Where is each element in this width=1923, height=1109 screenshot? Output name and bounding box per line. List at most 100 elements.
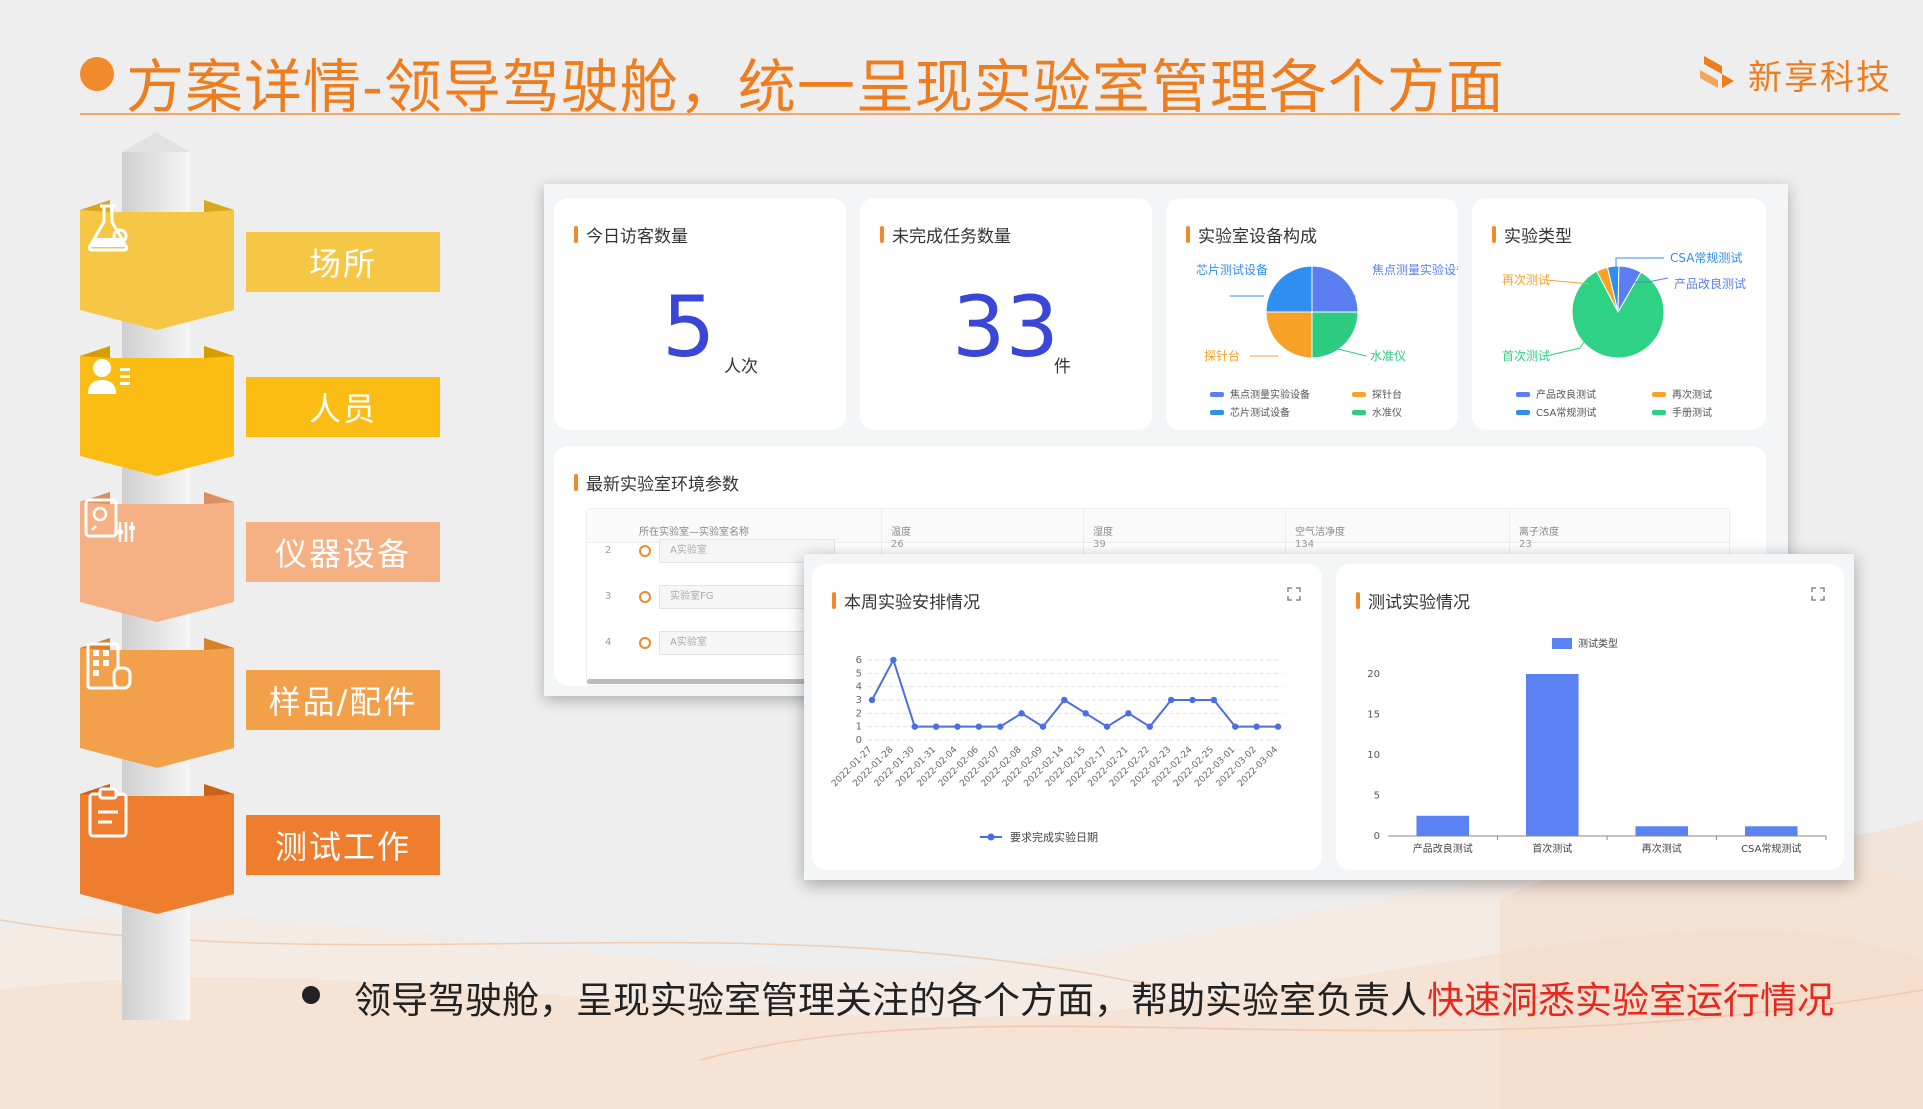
env-col-air: 空气洁净度 <box>1295 527 1345 538</box>
data-point <box>911 723 918 730</box>
category-testing[interactable] <box>80 784 234 914</box>
category-instruments[interactable] <box>80 492 234 622</box>
data-point <box>975 723 983 730</box>
pie2-legend-improve: 产品改良测试 <box>1536 388 1596 401</box>
visitors-panel: 今日访客数量 5 人次 <box>554 198 846 430</box>
data-point <box>1146 723 1153 730</box>
category-samples[interactable] <box>80 638 234 768</box>
tests-panel: 测试实验情况 测试类型 0 5 10 15 20 产品改良测试 首次测试 再次测试 CSA常规测试 <box>1336 564 1844 870</box>
pie2-legend-manual: 手册测试 <box>1672 406 1712 419</box>
pie1-label-level: 水准仪 <box>1370 349 1406 363</box>
y-tick-label: 4 <box>856 682 862 693</box>
note-bullet <box>302 986 320 1004</box>
env-hum-value: 39 <box>1093 539 1106 550</box>
x-tick-label: 首次测试 <box>1532 842 1572 855</box>
y-tick-label: 0 <box>1374 831 1380 842</box>
tests-bar-chart: 测试类型 0 5 10 15 20 产品改良测试 首次测试 再次测试 CSA常规测试 <box>1367 637 1827 855</box>
sample-kit-icon <box>86 642 132 690</box>
weekly-line-chart: 01234562022-01-272022-01-282022-01-30202… <box>830 655 1282 844</box>
logo-mark-icon <box>1700 55 1734 88</box>
charts-screenshot: 本周实验安排情况 0 1 2 3 4 5 6 2022-01-27 2022-01-28 2022… <box>804 554 1854 880</box>
bar <box>1744 826 1798 836</box>
y-tick-label: 10 <box>1367 750 1380 761</box>
data-point <box>1125 710 1132 717</box>
env-title: 最新实验室环境参数 <box>574 470 739 495</box>
visitors-title: 今日访客数量 <box>574 222 688 247</box>
visitors-value: 5 <box>662 278 716 376</box>
flask-icon <box>87 204 129 252</box>
env-col-temp: 温度 <box>891 527 911 538</box>
pie2-label-improve: 产品改良测试 <box>1674 276 1746 291</box>
visitors-unit: 人次 <box>724 357 758 377</box>
pie1-legend-probe: 探针台 <box>1372 388 1402 401</box>
category-venue[interactable] <box>80 200 234 330</box>
env-col-hum: 湿度 <box>1093 527 1113 538</box>
exp-type-pie-chart: CSA常规测试 产品改良测试 再次测试 首次测试 产品改良测试 再次测试 CSA… <box>1502 250 1746 419</box>
y-tick-label: 0 <box>856 735 862 746</box>
weekly-panel: 本周实验安排情况 0 1 2 3 4 5 6 2022-01-27 2022-01-28 2022… <box>812 564 1322 870</box>
y-tick-label: 2 <box>856 708 862 719</box>
legend-label: 要求完成实验日期 <box>1010 830 1098 844</box>
data-point <box>1061 696 1068 704</box>
clipboard-icon <box>88 787 128 838</box>
data-point <box>1253 723 1260 730</box>
category-label-instruments[interactable]: 仪器设备 <box>246 522 440 582</box>
person-card-icon <box>88 359 130 394</box>
y-tick-label: 5 <box>1374 791 1380 802</box>
equipment-pie-chart: 芯片测试设备 焦点测量实验设备 水准仪 探针台 焦点测量实验设备 探针台 芯片测… <box>1196 262 1458 419</box>
x-tick-label: CSA常规测试 <box>1741 842 1801 855</box>
legend-label: 测试类型 <box>1578 637 1618 650</box>
link-icon <box>639 545 651 557</box>
legend-swatch <box>1552 638 1572 649</box>
pie2-label-retest: 再次测试 <box>1502 272 1550 287</box>
note-text: 领导驾驶舱，呈现实验室管理关注的各个方面，帮助实验室负责人 <box>354 979 1427 1022</box>
data-point <box>1232 723 1239 730</box>
series-line <box>871 657 1278 728</box>
env-row-no: 4 <box>605 637 612 648</box>
data-point <box>932 723 940 730</box>
y-tick-label: 15 <box>1367 710 1380 721</box>
pie1-label-probe: 探针台 <box>1204 348 1240 363</box>
exp-type-panel: 实验类型 CSA常规测试 产品改良测试 再次测试 首次测试 产品改良测试 再次测… <box>1472 198 1766 430</box>
data-point <box>1274 723 1282 730</box>
env-row-no: 3 <box>605 591 612 602</box>
pie-slice <box>1265 265 1313 313</box>
pie1-label-focus: 焦点测量实验设备 <box>1372 262 1458 277</box>
y-tick-label: 3 <box>856 695 862 706</box>
company-logo: 新享科技 <box>1696 50 1892 99</box>
tasks-title: 未完成任务数量 <box>880 222 1011 247</box>
category-personnel[interactable] <box>80 346 234 476</box>
data-point <box>997 723 1004 730</box>
category-label-samples[interactable]: 样品/配件 <box>246 670 440 730</box>
pie-slice <box>1311 311 1359 359</box>
link-icon <box>639 637 651 649</box>
pie-slice <box>1311 265 1359 313</box>
data-point <box>1018 710 1025 717</box>
env-temp-value: 26 <box>891 539 904 550</box>
pie1-legend-level: 水准仪 <box>1372 407 1402 419</box>
data-point <box>1189 696 1196 704</box>
pie1-legend-chip: 芯片测试设备 <box>1230 406 1290 419</box>
y-tick-label: 6 <box>856 655 862 666</box>
env-col-ion: 离子浓度 <box>1519 527 1559 538</box>
env-air-value: 134 <box>1295 539 1315 550</box>
summary-note: 领导驾驶舱，呈现实验室管理关注的各个方面，帮助实验室负责人快速洞悉实验室运行情况 <box>354 970 1834 1024</box>
pillar-cap <box>122 132 190 152</box>
tasks-value: 33 <box>952 278 1059 376</box>
y-tick-label: 1 <box>856 722 862 733</box>
env-row-no: 2 <box>605 545 612 556</box>
category-label-testing[interactable]: 测试工作 <box>246 815 440 875</box>
data-point <box>890 656 897 664</box>
instrument-icon <box>84 498 135 542</box>
data-point <box>1082 710 1089 717</box>
tasks-unit: 件 <box>1054 357 1071 377</box>
equipment-panel: 实验室设备构成 芯片测试设备 焦点测量实验设备 水准仪 探针台 焦点测量实验设备… <box>1166 198 1458 430</box>
category-label-personnel[interactable]: 人员 <box>246 377 440 437</box>
logo-text: 新享科技 <box>1748 58 1892 98</box>
note-highlight: 快速洞悉实验室运行情况 <box>1427 979 1834 1022</box>
category-label-venue[interactable]: 场所 <box>246 232 440 292</box>
pie1-legend-focus: 焦点测量实验设备 <box>1230 388 1310 401</box>
bar <box>1635 826 1689 836</box>
pie2-legend-csa: CSA常规测试 <box>1536 406 1596 419</box>
title-bullet <box>80 57 114 91</box>
